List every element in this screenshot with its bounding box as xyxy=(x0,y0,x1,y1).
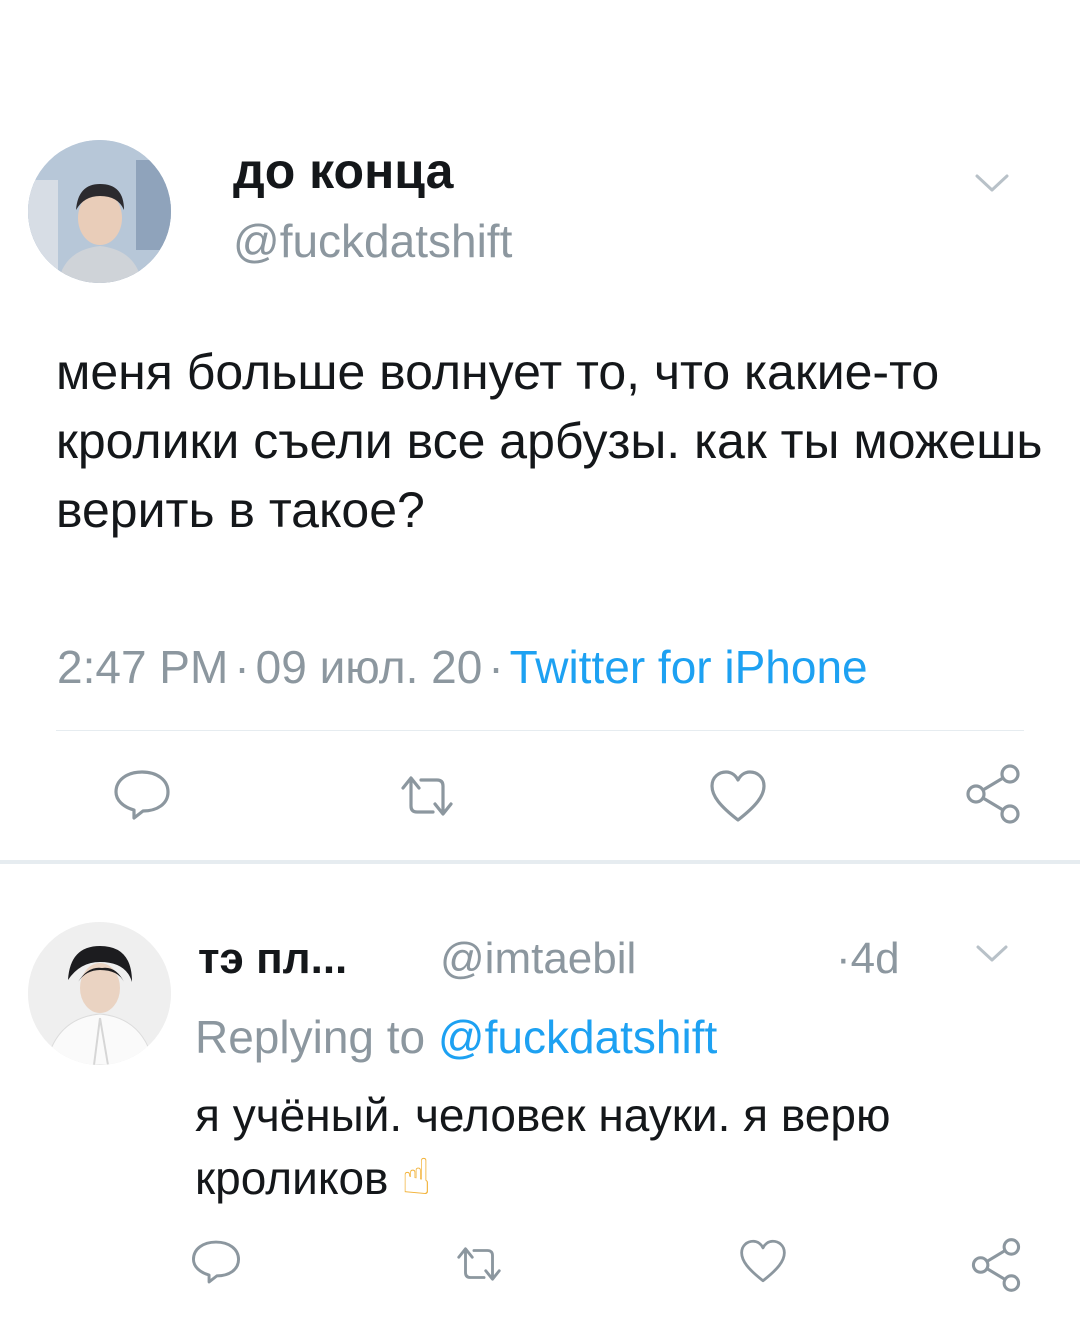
share-icon[interactable] xyxy=(968,1236,1024,1294)
time-separator: · xyxy=(836,934,851,983)
reply-icon[interactable] xyxy=(190,1238,242,1286)
reply-time: ·4d xyxy=(836,934,900,984)
tweet-time: 2:47 PM xyxy=(57,641,229,693)
reply-text-body: я учёный. человек науки. я верю кроликов xyxy=(195,1089,891,1204)
retweet-icon[interactable] xyxy=(395,770,459,822)
share-icon[interactable] xyxy=(962,762,1024,826)
avatar-image xyxy=(28,140,171,283)
divider xyxy=(56,730,1024,731)
tweet-actions xyxy=(0,762,1080,832)
reply-actions xyxy=(0,1230,1080,1300)
like-icon[interactable] xyxy=(708,768,768,824)
meta-separator: · xyxy=(234,641,250,693)
reply-text: я учёный. человек науки. я верю кроликов… xyxy=(195,1084,1055,1209)
like-icon[interactable] xyxy=(738,1238,788,1284)
user-handle[interactable]: @fuckdatshift xyxy=(233,214,512,268)
replying-to-handle[interactable]: @fuckdatshift xyxy=(438,1011,717,1063)
tweet-meta: 2:47 PM · 09 июл. 20 · Twitter for iPhone xyxy=(57,640,868,694)
meta-separator: · xyxy=(488,641,504,693)
replying-to-label: Replying to xyxy=(195,1011,426,1063)
chevron-down-icon[interactable] xyxy=(972,168,1012,198)
replying-to: Replying to @fuckdatshift xyxy=(195,1010,717,1064)
avatar[interactable] xyxy=(28,140,171,283)
pointing-up-emoji-icon: ☝ xyxy=(401,1149,432,1205)
section-separator xyxy=(0,860,1080,864)
reply-icon[interactable] xyxy=(112,768,172,822)
reply-user-handle[interactable]: @imtaebil xyxy=(440,934,636,984)
display-name[interactable]: до конца xyxy=(233,142,453,200)
tweet-source-link[interactable]: Twitter for iPhone xyxy=(510,641,868,693)
tweet-text: меня больше волнует то, что какие-то кро… xyxy=(56,344,1043,538)
reply-display-name[interactable]: тэ пл... xyxy=(198,934,347,984)
chevron-down-icon[interactable] xyxy=(974,940,1010,966)
retweet-icon[interactable] xyxy=(452,1242,506,1286)
tweet-date: 09 июл. 20 xyxy=(255,641,483,693)
avatar[interactable] xyxy=(28,922,171,1065)
reply-time-value: 4d xyxy=(850,934,900,983)
avatar-image xyxy=(28,922,171,1065)
